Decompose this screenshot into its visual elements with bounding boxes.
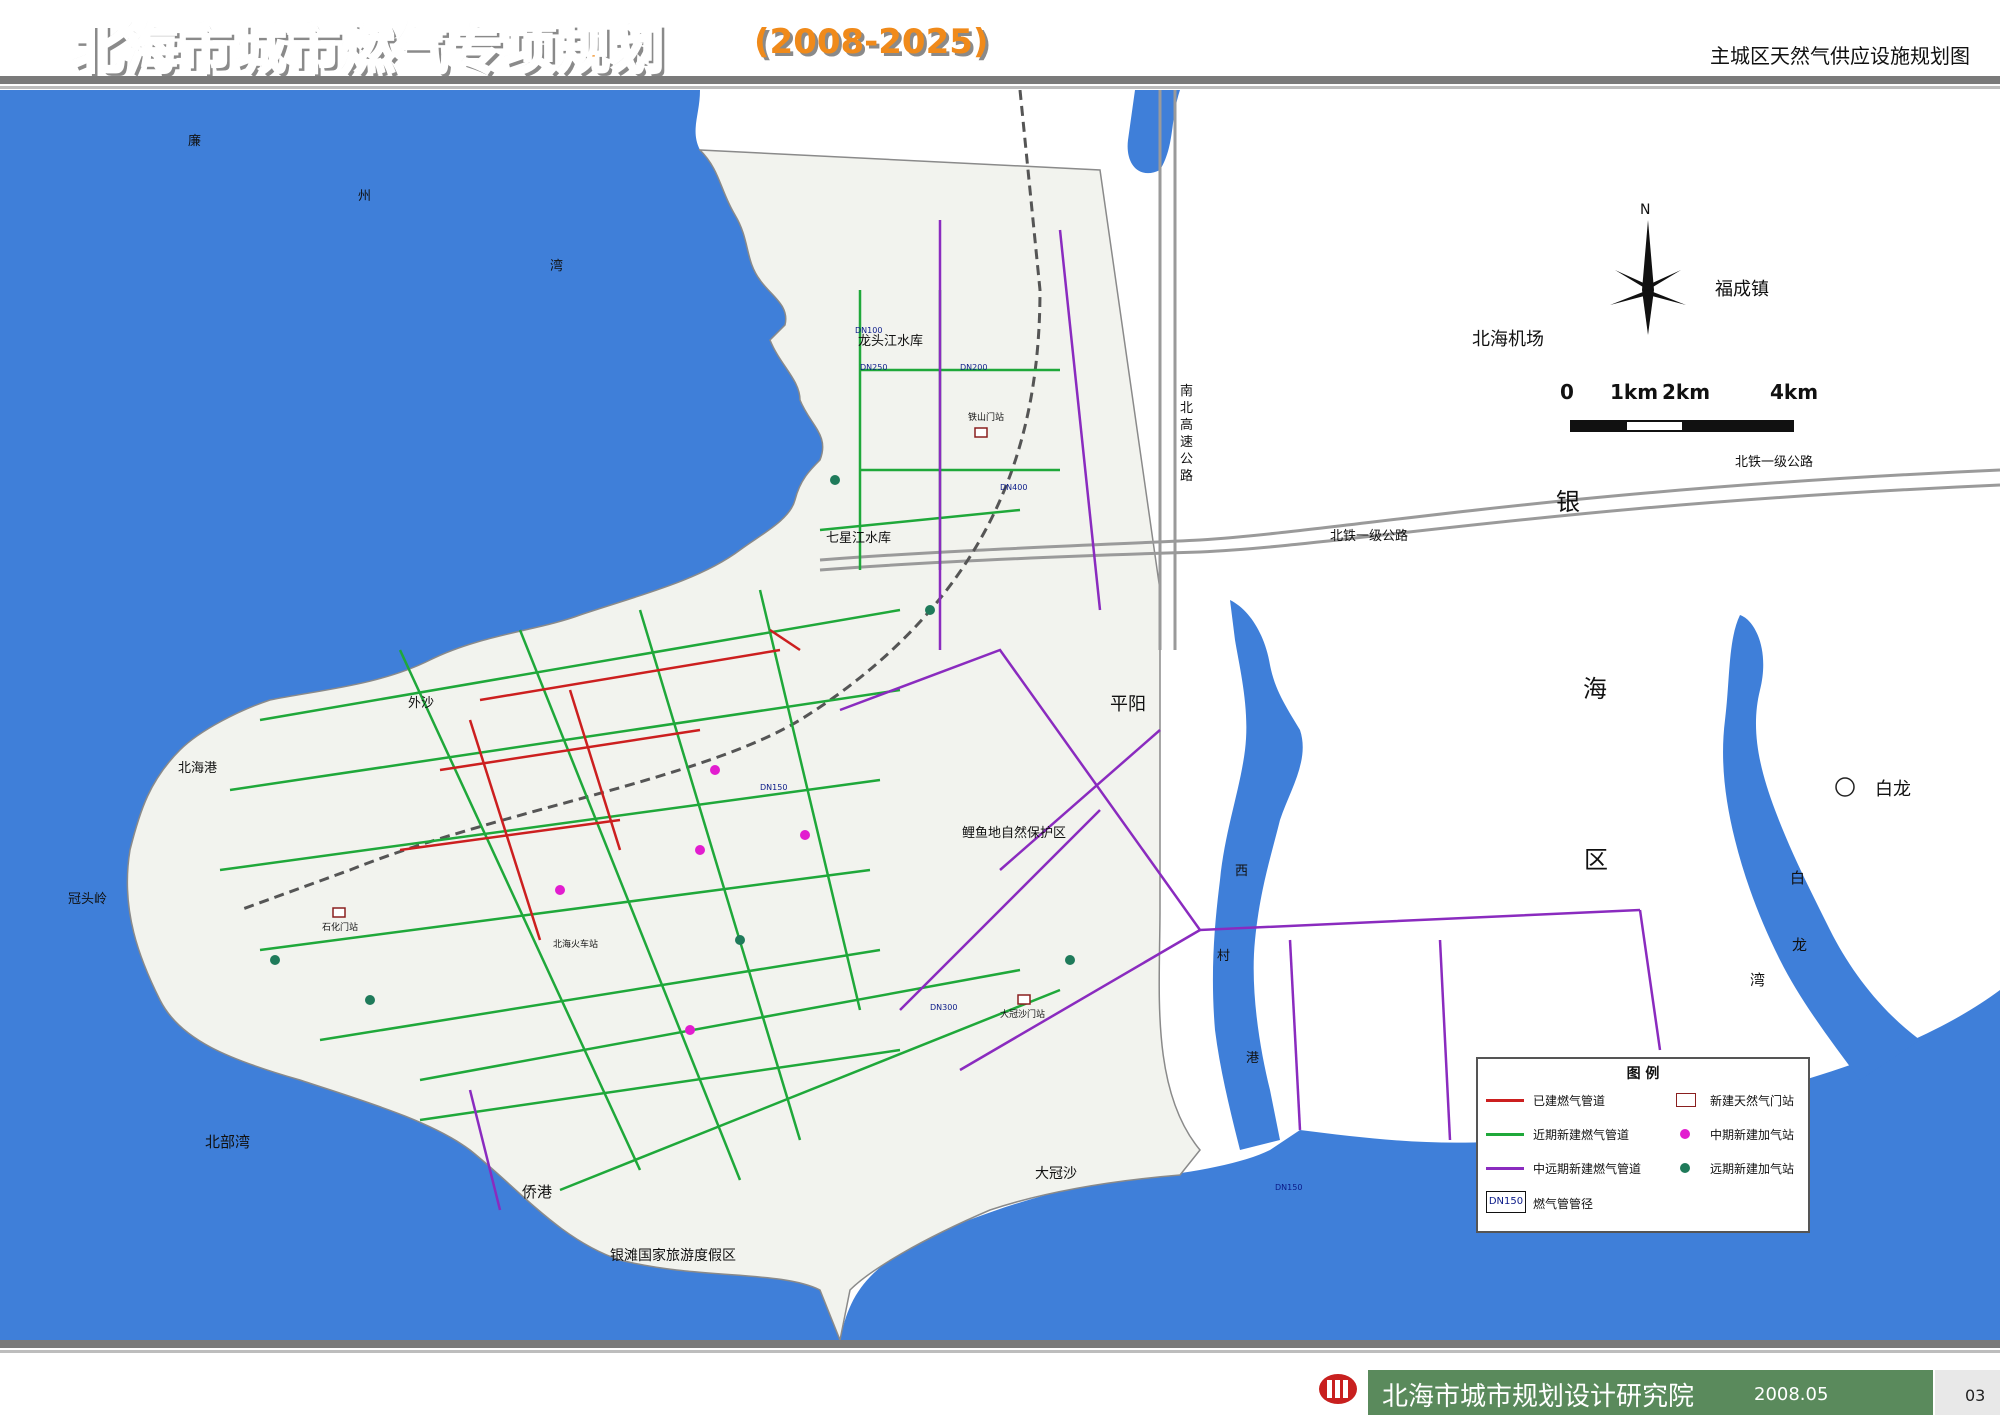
publication-date: 2008.05: [1754, 1384, 1829, 1405]
scale-tick-2: 2km: [1662, 380, 1711, 404]
legend-diameter-label: 燃气管管径: [1533, 1197, 1594, 1211]
legend: 图 例 已建燃气管道 近期新建燃气管道 中远期新建燃气管道 DN150 燃气管管…: [1476, 1057, 1810, 1233]
pipe-label: DN400: [1000, 483, 1027, 492]
pipe-label: DN200: [960, 363, 987, 372]
place-highway-2: 北: [1180, 401, 1193, 416]
far-station-icon: [1065, 955, 1075, 965]
legend-title: 图 例: [1626, 1066, 1660, 1082]
place-highway-6: 路: [1180, 468, 1193, 484]
header-rule: [0, 76, 2000, 84]
place-yinhai-2: 海: [1583, 675, 1607, 703]
place-pingyang: 平阳: [1110, 694, 1146, 715]
place-xicun-2: 村: [1217, 949, 1230, 964]
place-bailong: 白龙: [1875, 779, 1911, 800]
place-bailongwan-1: 白: [1790, 869, 1805, 887]
place-bailongwan-2: 龙: [1792, 936, 1807, 954]
place-lianzhou-1: 廉: [188, 133, 201, 149]
legend-near-line: [1486, 1133, 1524, 1136]
institute-name: 北海市城市规划设计研究院: [1382, 1382, 1695, 1412]
place-highway-3: 高: [1180, 417, 1193, 433]
place-waisha: 外沙: [408, 696, 434, 711]
pipe-label: DN250: [860, 363, 887, 372]
scale-bar-segments: [1570, 420, 1794, 432]
institute-logo-icon: [1319, 1374, 1357, 1404]
legend-built-label: 已建燃气管道: [1533, 1094, 1606, 1108]
legend-diameter-box: DN150: [1486, 1191, 1526, 1213]
pipe-label-south: DN150: [1275, 1183, 1302, 1192]
far-station-icon: [925, 605, 935, 615]
gate-station-icon: [332, 907, 346, 918]
place-gate-station-1: 石化门站: [322, 921, 358, 933]
footer-rule: [0, 1340, 2000, 1348]
legend-built-line: [1486, 1099, 1524, 1102]
far-station-icon: [830, 475, 840, 485]
mid-station-icon: [800, 830, 810, 840]
far-station-icon: [365, 995, 375, 1005]
place-qiaogang: 侨港: [522, 1183, 552, 1201]
legend-near-label: 近期新建燃气管道: [1533, 1128, 1630, 1142]
pipe-label: DN300: [930, 1003, 957, 1012]
legend-far-station-icon: [1680, 1163, 1690, 1173]
place-yinhai-1: 银: [1556, 488, 1580, 516]
place-fucheng: 福成镇: [1715, 279, 1769, 300]
place-highway-4: 速: [1180, 435, 1193, 450]
place-lianzhou-3: 湾: [550, 258, 563, 274]
place-guantouling: 冠头岭: [68, 892, 107, 907]
legend-gate-icon: [1676, 1093, 1696, 1107]
place-station-north: 北海火车站: [553, 938, 598, 950]
mid-station-icon: [555, 885, 565, 895]
legend-gate-label: 新建天然气门站: [1710, 1094, 1795, 1108]
legend-far-line: [1486, 1167, 1524, 1170]
scale-tick-4: 4km: [1770, 380, 1819, 404]
title-years: (2008-2025): [754, 22, 989, 62]
place-yinhai-3: 区: [1584, 846, 1608, 874]
mid-station-icon: [710, 765, 720, 775]
place-longtoujiang: 龙头江水库: [858, 333, 923, 349]
legend-far-station-label: 远期新建加气站: [1710, 1162, 1795, 1176]
place-bailongwan-3: 湾: [1750, 971, 1765, 989]
gate-station-icon: [974, 427, 988, 438]
page-number: 03: [1965, 1386, 1986, 1405]
pipe-label: DN150: [760, 783, 787, 792]
legend-mid-station-label: 中期新建加气站: [1710, 1128, 1795, 1142]
header-rule-thin: [0, 86, 2000, 89]
footer-rule-thin: [0, 1350, 2000, 1353]
place-fish-reserve: 鲤鱼地自然保护区: [962, 825, 1066, 841]
mid-station-icon: [685, 1025, 695, 1035]
header: 北海市城市燃气专项规划 (2008-2025) 主城区天然气供应设施规划图: [0, 0, 2000, 89]
place-highway-1: 南: [1180, 383, 1193, 399]
page-title: 北海市城市燃气专项规划: [70, 8, 667, 83]
place-dagaosha: 大冠沙: [1035, 1166, 1077, 1182]
place-beihai-port: 北海港: [178, 761, 217, 776]
place-beibu-gulf: 北部湾: [205, 1133, 250, 1151]
footer: 北海市城市规划设计研究院 2008.05 03: [0, 1340, 2000, 1415]
title-part-1: 北海市城市: [70, 20, 343, 83]
gate-station-icon: [1017, 994, 1031, 1005]
place-qiluojiang: 七星江水库: [826, 530, 891, 546]
legend-far-label: 中远期新建燃气管道: [1533, 1162, 1642, 1176]
place-airport: 北海机场: [1472, 329, 1544, 350]
place-gate-station-2: 大冠沙门站: [1000, 1008, 1045, 1020]
mid-station-icon: [695, 845, 705, 855]
north-label: N: [1640, 202, 1650, 218]
place-lianzhou-2: 州: [358, 189, 371, 204]
place-highway-5: 公: [1180, 452, 1193, 467]
page-number-box: 03: [1935, 1370, 2000, 1415]
legend-mid-station-icon: [1680, 1129, 1690, 1139]
far-station-icon: [735, 935, 745, 945]
place-silver-beach: 银滩国家旅游度假区: [610, 1247, 736, 1264]
place-gate-station-3: 铁山门站: [968, 411, 1004, 423]
place-beitie-road-1: 北铁一级公路: [1330, 528, 1408, 544]
place-xicun-1: 西: [1235, 864, 1248, 879]
place-xicun-3: 港: [1246, 1051, 1259, 1066]
title-part-2: 燃气专项规划: [341, 20, 667, 83]
map-subtitle: 主城区天然气供应设施规划图: [1710, 44, 1970, 68]
far-station-icon: [270, 955, 280, 965]
place-beitie-road-2: 北铁一级公路: [1735, 454, 1813, 470]
scale-tick-0: 0: [1560, 380, 1574, 404]
scale-tick-1: 1km: [1610, 380, 1659, 404]
scale-bar: 0 1km 2km 4km: [1560, 380, 1820, 440]
